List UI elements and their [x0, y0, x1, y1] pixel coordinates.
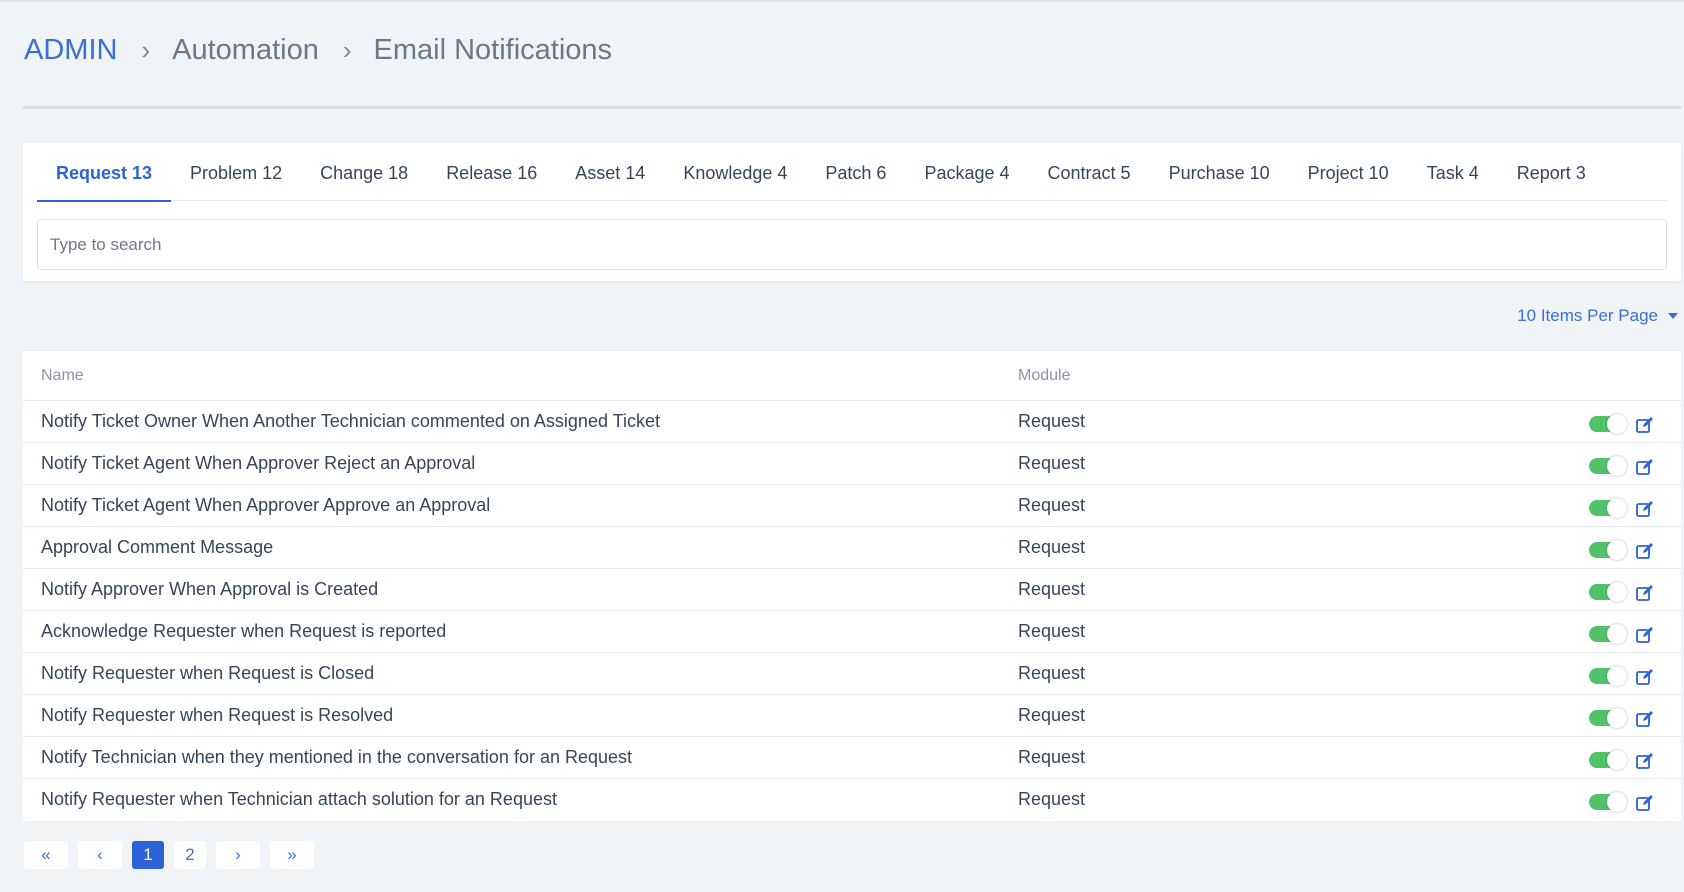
next-page-button[interactable]: ›: [216, 841, 260, 869]
caret-down-icon: [1668, 313, 1678, 319]
tab-package[interactable]: Package 4: [905, 143, 1028, 201]
table-row: Notify Ticket Agent When Approver Reject…: [23, 443, 1681, 485]
first-page-button[interactable]: «: [24, 841, 68, 869]
toggle-knob: [1607, 582, 1627, 602]
edit-icon[interactable]: [1635, 415, 1655, 435]
edit-icon[interactable]: [1635, 709, 1655, 729]
filter-card: Request 13 Problem 12 Change 18 Release 16 A…: [23, 143, 1681, 281]
page-title: Email Notifications: [373, 33, 613, 66]
tab-release[interactable]: Release 16: [427, 143, 556, 201]
notification-module: Request: [1018, 411, 1086, 431]
column-header-name[interactable]: Name: [41, 367, 84, 385]
edit-icon[interactable]: [1635, 541, 1655, 561]
tab-report[interactable]: Report 3: [1498, 143, 1605, 201]
enable-toggle[interactable]: [1589, 624, 1627, 644]
notification-name[interactable]: Notify Requester when Technician attach …: [41, 789, 557, 810]
chevron-right-icon: ›: [342, 34, 352, 65]
tab-task[interactable]: Task 4: [1408, 143, 1498, 201]
notification-name[interactable]: Approval Comment Message: [41, 537, 273, 558]
edit-icon[interactable]: [1635, 499, 1655, 519]
table-row: Notify Requester when Request is Closed R…: [23, 653, 1681, 695]
search-input[interactable]: [37, 219, 1667, 270]
tab-patch[interactable]: Patch 6: [806, 143, 905, 201]
enable-toggle[interactable]: [1589, 666, 1627, 686]
table-row: Notify Requester when Request is Resolve…: [23, 695, 1681, 737]
notification-module: Request: [1018, 579, 1086, 599]
enable-toggle[interactable]: [1589, 498, 1627, 518]
enable-toggle[interactable]: [1589, 708, 1627, 728]
notification-name[interactable]: Notify Ticket Agent When Approver Approv…: [41, 495, 490, 516]
notification-module: Request: [1018, 663, 1086, 683]
notification-name[interactable]: Notify Ticket Agent When Approver Reject…: [41, 453, 475, 474]
notification-name[interactable]: Notify Approver When Approval is Created: [41, 579, 378, 600]
notification-module: Request: [1018, 621, 1086, 641]
toggle-knob: [1607, 708, 1627, 728]
table-header: Name Module: [23, 351, 1681, 401]
notifications-table: Name Module Notify Ticket Owner When Ano…: [23, 351, 1681, 821]
table-row: Notify Ticket Owner When Another Technic…: [23, 401, 1681, 443]
page-1-button[interactable]: 1: [132, 841, 164, 869]
notification-module: Request: [1018, 747, 1086, 767]
notification-name[interactable]: Notify Requester when Request is Closed: [41, 663, 374, 684]
enable-toggle[interactable]: [1589, 582, 1627, 602]
table-row: Notify Requester when Technician attach …: [23, 779, 1681, 821]
toggle-knob: [1607, 624, 1627, 644]
edit-icon[interactable]: [1635, 625, 1655, 645]
header-divider: [23, 106, 1681, 109]
notification-name[interactable]: Acknowledge Requester when Request is re…: [41, 621, 446, 642]
edit-icon[interactable]: [1635, 457, 1655, 477]
tab-request[interactable]: Request 13: [37, 143, 172, 202]
table-row: Notify Approver When Approval is Created…: [23, 569, 1681, 611]
toggle-knob: [1607, 456, 1627, 476]
notification-module: Request: [1018, 453, 1086, 473]
toggle-knob: [1607, 498, 1627, 518]
notification-name[interactable]: Notify Requester when Request is Resolve…: [41, 705, 393, 726]
tab-problem[interactable]: Problem 12: [171, 143, 301, 201]
notification-module: Request: [1018, 705, 1086, 725]
tab-asset[interactable]: Asset 14: [556, 143, 664, 201]
table-row: Approval Comment Message Request: [23, 527, 1681, 569]
table-body: Notify Ticket Owner When Another Technic…: [23, 401, 1681, 821]
enable-toggle[interactable]: [1589, 540, 1627, 560]
edit-icon[interactable]: [1635, 667, 1655, 687]
edit-icon[interactable]: [1635, 583, 1655, 603]
breadcrumb-admin-link[interactable]: ADMIN: [24, 34, 117, 67]
notification-module: Request: [1018, 495, 1086, 515]
notification-module: Request: [1018, 789, 1086, 809]
items-per-page-dropdown[interactable]: 10 Items Per Page: [1517, 306, 1678, 326]
previous-page-button[interactable]: ‹: [78, 841, 122, 869]
toggle-knob: [1607, 750, 1627, 770]
breadcrumb: ADMIN › Automation › Email Notifications: [24, 30, 612, 70]
notification-name[interactable]: Notify Ticket Owner When Another Technic…: [41, 411, 660, 432]
chevron-right-icon: ›: [141, 34, 151, 65]
last-page-button[interactable]: »: [270, 841, 314, 869]
toggle-knob: [1607, 666, 1627, 686]
edit-icon[interactable]: [1635, 751, 1655, 771]
tab-contract[interactable]: Contract 5: [1029, 143, 1150, 201]
tab-purchase[interactable]: Purchase 10: [1150, 143, 1289, 201]
table-row: Acknowledge Requester when Request is re…: [23, 611, 1681, 653]
notification-name[interactable]: Notify Technician when they mentioned in…: [41, 747, 632, 768]
table-row: Notify Technician when they mentioned in…: [23, 737, 1681, 779]
toggle-knob: [1607, 540, 1627, 560]
toggle-knob: [1607, 414, 1627, 434]
module-tabs: Request 13 Problem 12 Change 18 Release 16 A…: [37, 143, 1667, 202]
enable-toggle[interactable]: [1589, 456, 1627, 476]
enable-toggle[interactable]: [1589, 750, 1627, 770]
breadcrumb-automation-link[interactable]: Automation: [172, 34, 319, 67]
enable-toggle[interactable]: [1589, 792, 1627, 812]
table-row: Notify Ticket Agent When Approver Approv…: [23, 485, 1681, 527]
edit-icon[interactable]: [1635, 793, 1655, 813]
toggle-knob: [1607, 792, 1627, 812]
items-per-page-label: 10 Items Per Page: [1517, 306, 1658, 325]
pagination: « ‹ 1 2 › »: [24, 841, 314, 869]
top-border: [0, 0, 1684, 2]
tab-project[interactable]: Project 10: [1289, 143, 1408, 201]
enable-toggle[interactable]: [1589, 414, 1627, 434]
tab-knowledge[interactable]: Knowledge 4: [664, 143, 806, 201]
notification-module: Request: [1018, 537, 1086, 557]
column-header-module[interactable]: Module: [1018, 367, 1070, 385]
page-2-button[interactable]: 2: [174, 841, 206, 869]
tab-change[interactable]: Change 18: [301, 143, 427, 201]
